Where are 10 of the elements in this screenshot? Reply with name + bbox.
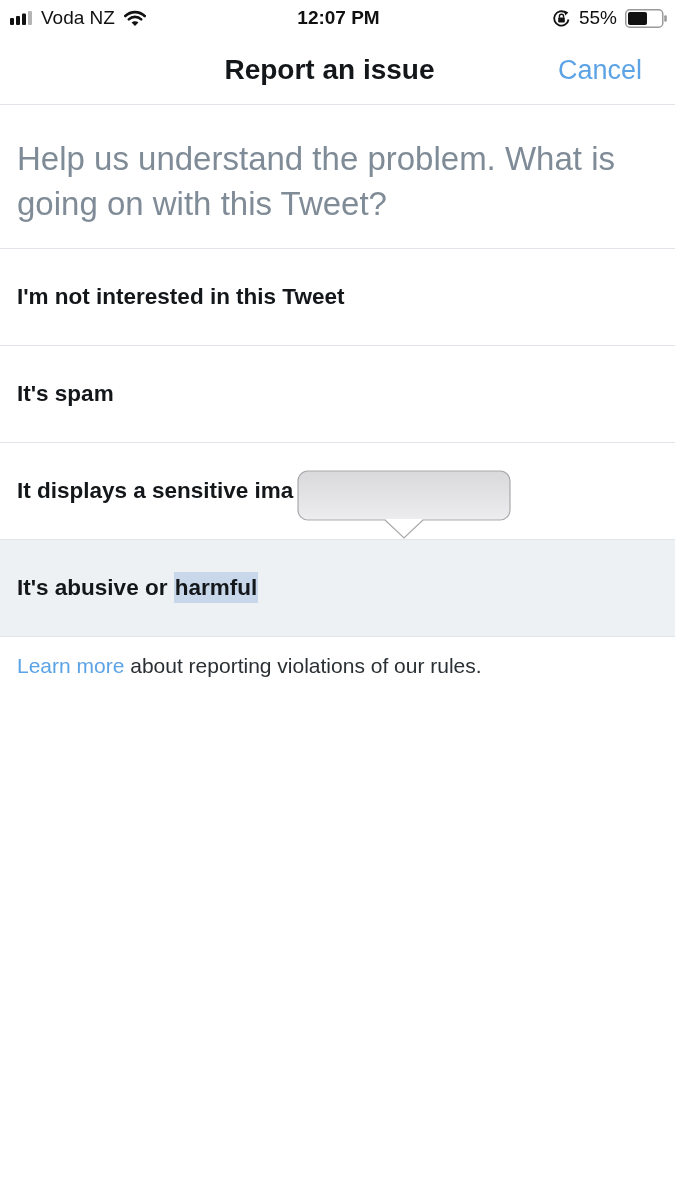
signal-bars-icon: [10, 11, 32, 25]
carrier-name: Voda NZ: [41, 7, 115, 29]
status-time: 12:07 PM: [297, 7, 380, 29]
battery-percent: 55%: [578, 7, 617, 29]
wifi-icon: [123, 10, 146, 26]
footer-note: Learn more about reporting violations of our rules.: [16, 653, 483, 679]
screen-title: Report an issue: [224, 54, 435, 86]
rotation-lock-icon: [551, 8, 571, 28]
battery-icon: [625, 8, 667, 28]
report-option[interactable]: It's abusive or harmful: [0, 540, 675, 637]
